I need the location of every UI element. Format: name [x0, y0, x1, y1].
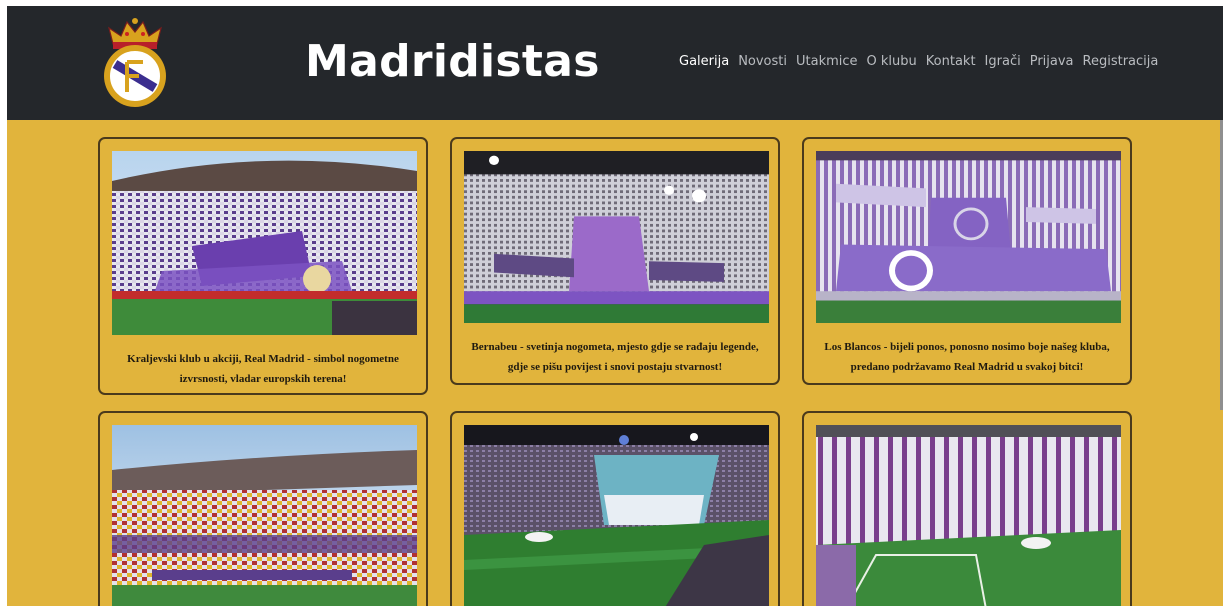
nav-registracija[interactable]: Registracija: [1083, 54, 1159, 69]
stadium-photo[interactable]: [464, 425, 769, 606]
page-frame: Madridistas Galerija Novosti Utakmice O …: [7, 6, 1223, 606]
gallery-card: [802, 411, 1132, 606]
nav-kontakt[interactable]: Kontakt: [926, 54, 976, 69]
gallery-card: Los Blancos - bijeli ponos, ponosno nosi…: [802, 137, 1132, 385]
stadium-photo[interactable]: [112, 151, 417, 335]
gallery-card: [450, 411, 780, 606]
navbar: Madridistas Galerija Novosti Utakmice O …: [7, 6, 1223, 120]
stadium-photo[interactable]: [816, 151, 1121, 323]
real-madrid-crest-logo[interactable]: [99, 14, 171, 110]
gallery-card: [98, 411, 428, 606]
stadium-photo[interactable]: [464, 151, 769, 323]
nav-o-klubu[interactable]: O klubu: [867, 54, 917, 69]
scrollbar[interactable]: [1220, 120, 1223, 410]
card-caption: Kraljevski klub u akciji, Real Madrid - …: [127, 353, 399, 385]
nav-galerija[interactable]: Galerija: [679, 54, 729, 69]
card-caption: Los Blancos - bijeli ponos, ponosno nosi…: [824, 341, 1110, 373]
stadium-photo[interactable]: [816, 425, 1121, 606]
card-caption: Bernabeu - svetinja nogometa, mjesto gdj…: [471, 341, 759, 373]
gallery-card: Bernabeu - svetinja nogometa, mjesto gdj…: [450, 137, 780, 385]
stadium-photo[interactable]: [112, 425, 417, 606]
nav-prijava[interactable]: Prijava: [1030, 54, 1074, 69]
nav-novosti[interactable]: Novosti: [738, 54, 787, 69]
nav-utakmice[interactable]: Utakmice: [796, 54, 858, 69]
gallery-card: Kraljevski klub u akciji, Real Madrid - …: [98, 137, 428, 395]
nav-igraci[interactable]: Igrači: [985, 54, 1021, 69]
main-nav: Galerija Novosti Utakmice O klubu Kontak…: [679, 54, 1158, 69]
site-title: Madridistas: [305, 36, 600, 87]
